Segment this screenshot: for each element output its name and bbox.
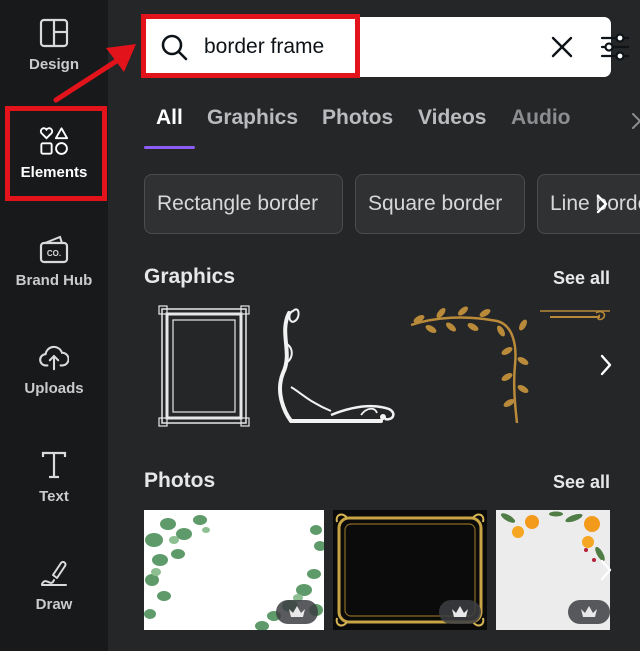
active-tab-indicator xyxy=(144,146,195,149)
sidebar-item-brand-hub[interactable]: CO. Brand Hub xyxy=(0,234,108,334)
chevron-right-icon[interactable] xyxy=(628,110,640,132)
tab-videos[interactable]: Videos xyxy=(418,106,486,130)
svg-text:CO.: CO. xyxy=(47,249,61,258)
suggestion-chip-square-border[interactable]: Square border xyxy=(355,174,525,234)
graphic-thumbnail-gold-line-border[interactable] xyxy=(540,305,610,329)
pen-icon xyxy=(39,558,69,588)
graphic-thumbnail-rectangle-frame[interactable] xyxy=(158,305,250,427)
tab-photos[interactable]: Photos xyxy=(322,106,393,130)
photo-thumbnail-eucalyptus[interactable] xyxy=(144,510,324,630)
photo-thumbnail-citrus-greenery[interactable] xyxy=(496,510,610,630)
sidebar-item-label: Brand Hub xyxy=(15,272,93,289)
elements-panel: All Graphics Photos Videos Audio Rectang… xyxy=(53,0,640,651)
photo-thumbnail-gold-frame[interactable] xyxy=(333,510,487,630)
crown-icon xyxy=(581,606,597,617)
highlight-box-elements xyxy=(5,106,107,201)
sidebar-item-label: Draw xyxy=(35,596,73,613)
sidebar-item-text[interactable]: Text xyxy=(0,450,108,550)
see-all-photos-link[interactable]: See all xyxy=(553,472,610,493)
tab-audio[interactable]: Audio xyxy=(511,106,570,130)
sidebar-item-draw[interactable]: Draw xyxy=(0,558,108,651)
section-title-photos: Photos xyxy=(144,469,216,492)
premium-badge xyxy=(568,600,610,624)
premium-badge xyxy=(439,600,481,624)
tab-all[interactable]: All xyxy=(156,106,183,130)
chevron-right-icon[interactable] xyxy=(593,192,611,216)
filter-sliders-icon[interactable] xyxy=(599,31,631,63)
chevron-right-icon[interactable] xyxy=(596,555,616,585)
cloud-upload-icon xyxy=(39,342,69,372)
highlight-box-search xyxy=(141,14,360,78)
premium-badge xyxy=(276,600,318,624)
annotation-arrow xyxy=(53,44,136,103)
sidebar-item-uploads[interactable]: Uploads xyxy=(0,342,108,442)
chevron-right-icon[interactable] xyxy=(596,350,616,380)
text-icon xyxy=(39,450,69,480)
tab-graphics[interactable]: Graphics xyxy=(207,106,298,130)
suggestion-chip-rectangle-border[interactable]: Rectangle border xyxy=(144,174,343,234)
suggestion-chip-line-border[interactable]: Line border xyxy=(537,174,640,234)
sidebar-item-label: Text xyxy=(39,488,69,505)
crown-icon xyxy=(289,606,305,617)
brand-hub-icon: CO. xyxy=(39,234,69,264)
category-tabs: All Graphics Photos Videos Audio xyxy=(144,100,640,150)
section-title-graphics: Graphics xyxy=(144,265,236,288)
graphic-thumbnail-ornamental-corner[interactable] xyxy=(271,303,399,427)
see-all-graphics-link[interactable]: See all xyxy=(553,268,610,289)
sidebar-item-label: Uploads xyxy=(24,380,84,397)
graphic-thumbnail-leaf-vine-corner[interactable] xyxy=(405,305,533,425)
close-icon[interactable] xyxy=(549,34,575,60)
crown-icon xyxy=(452,606,468,617)
